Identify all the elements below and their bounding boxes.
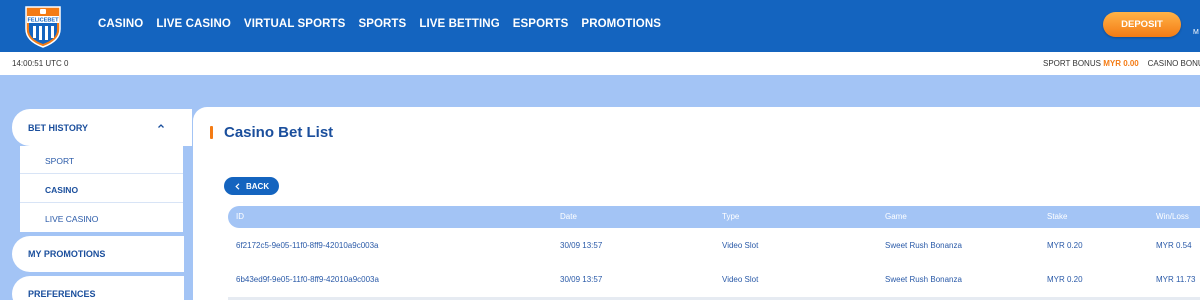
nav-item-esports[interactable]: ESPORTS [513,18,569,30]
nav-menu: CASINO LIVE CASINO VIRTUAL SPORTS SPORTS… [98,0,661,48]
column-header-stake: Stake [1047,212,1068,221]
nav-item-virtual-sports[interactable]: VIRTUAL SPORTS [244,18,346,30]
sidebar-subitem-label: SPORT [45,156,75,166]
top-navigation: FELICEBET CASINO LIVE CASINO VIRTUAL SPO… [0,0,1200,52]
nav-item-live-casino[interactable]: LIVE CASINO [156,18,231,30]
column-header-date: Date [560,212,577,221]
nav-item-live-betting[interactable]: LIVE BETTING [419,18,499,30]
cell-type: Video Slot [722,241,759,250]
logo-text: FELICEBET [27,18,59,24]
cell-game: Sweet Rush Bonanza [885,241,962,250]
preferences-label: PREFERENCES [28,289,96,299]
back-button[interactable]: BACK [224,177,279,195]
felicebet-logo[interactable]: FELICEBET [20,3,66,49]
cell-date: 30/09 13:57 [560,275,603,284]
sidebar-subitem-live-casino[interactable]: LIVE CASINO [20,204,183,232]
column-header-game: Game [885,212,907,221]
sport-bonus-label: SPORT BONUS [1043,59,1101,68]
casino-bonus-label: CASINO BONUS [1147,59,1200,68]
nav-item-sports[interactable]: SPORTS [358,18,406,30]
sidebar-item-bet-history[interactable]: BET HISTORY [12,109,192,146]
column-header-id: ID [236,212,244,221]
bonus-balances: SPORT BONUS MYR 0.00 CASINO BONUS [1043,59,1200,68]
server-clock: 14:00:51 UTC 0 [12,59,69,68]
column-header-win-loss: Win/Loss [1156,212,1189,221]
cell-id: 6b43ed9f-9e05-11f0-8ff9-42010a9c003a [236,275,379,284]
chevron-left-icon [235,182,240,190]
sidebar-subitem-label: LIVE CASINO [45,214,99,224]
cell-win-loss: MYR 11.73 [1156,275,1196,284]
cell-stake: MYR 0.20 [1047,275,1083,284]
back-button-label: BACK [246,181,270,191]
cell-win-loss: MYR 0.54 [1156,241,1192,250]
cell-game: Sweet Rush Bonanza [885,275,962,284]
sport-bonus-value: MYR 0.00 [1103,59,1139,68]
sidebar-subitem-sport[interactable]: SPORT [20,146,183,174]
title-accent-bar [210,126,213,139]
main-panel: Casino Bet List BACK ID Date Type Game S… [193,107,1200,300]
nav-item-casino[interactable]: CASINO [98,18,143,30]
info-bar: 14:00:51 UTC 0 SPORT BONUS MYR 0.00 CASI… [0,52,1200,75]
bet-history-submenu: SPORT CASINO LIVE CASINO [20,146,183,232]
user-menu-label[interactable]: M [1193,29,1199,36]
my-promotions-label: MY PROMOTIONS [28,249,106,259]
table-header: ID Date Type Game Stake Win/Loss [228,206,1200,228]
table-row[interactable]: 6b43ed9f-9e05-11f0-8ff9-42010a9c003a 30/… [228,263,1200,297]
column-header-type: Type [722,212,740,221]
page-title: Casino Bet List [224,124,334,141]
bet-history-label: BET HISTORY [28,123,89,133]
chevron-up-icon [158,124,164,128]
cell-type: Video Slot [722,275,759,284]
cell-id: 6f2172c5-9e05-11f0-8ff9-42010a9c003a [236,241,379,250]
table-row[interactable]: 6f2172c5-9e05-11f0-8ff9-42010a9c003a 30/… [228,229,1200,263]
cell-stake: MYR 0.20 [1047,241,1083,250]
sidebar-item-preferences[interactable]: PREFERENCES [12,276,184,300]
sidebar-subitem-label: CASINO [45,185,79,195]
sidebar-item-my-promotions[interactable]: MY PROMOTIONS [12,236,184,272]
deposit-button[interactable]: DEPOSIT [1103,12,1181,37]
sidebar-subitem-casino[interactable]: CASINO [20,175,183,203]
nav-item-promotions[interactable]: PROMOTIONS [581,18,661,30]
cell-date: 30/09 13:57 [560,241,603,250]
